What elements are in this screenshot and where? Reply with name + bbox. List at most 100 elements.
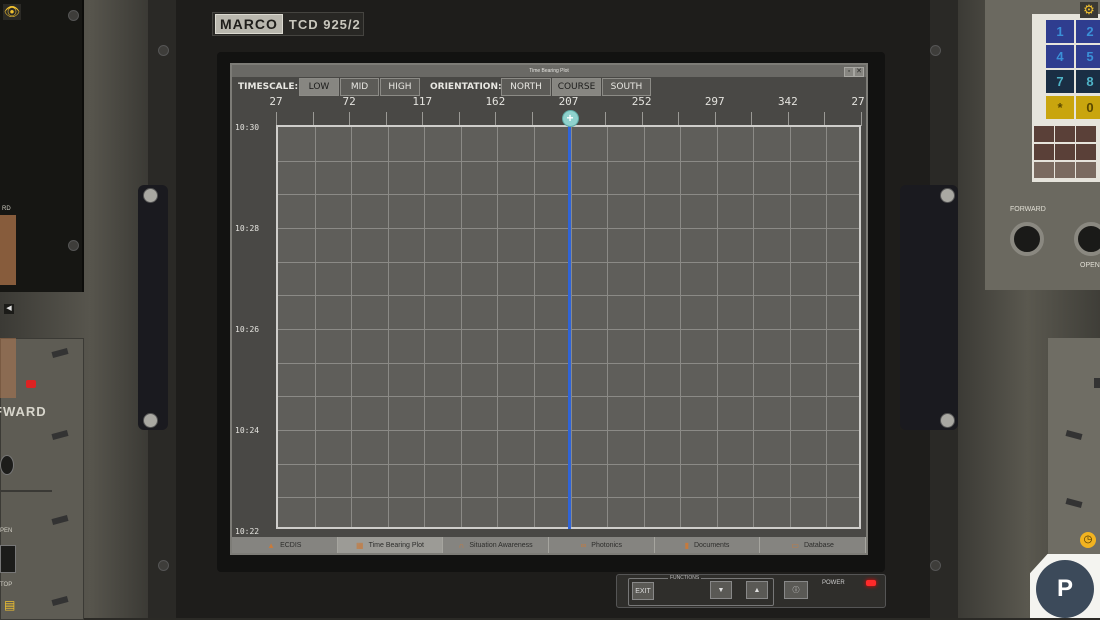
- grid-line-vertical: [680, 127, 682, 527]
- time-label: 10:22: [235, 527, 260, 536]
- left-switch-lower[interactable]: [0, 545, 16, 573]
- plot-icon: ▦: [356, 540, 364, 550]
- keypad-swatch: [1034, 144, 1054, 160]
- grid-line-vertical: [424, 127, 426, 527]
- monitor-icon: ▭: [791, 540, 799, 550]
- forward-label: FORWARD: [1010, 206, 1046, 213]
- clipboard-icon[interactable]: ▤: [4, 598, 16, 614]
- keypad-key[interactable]: 2: [1076, 20, 1100, 43]
- bearing-tick: [531, 112, 533, 126]
- brand-model: TCD 925/2: [288, 16, 361, 32]
- keypad-key[interactable]: 8: [1076, 70, 1100, 93]
- grid-line-vertical: [826, 127, 828, 527]
- bearing-tick: [605, 112, 607, 126]
- right-toggle[interactable]: [1094, 378, 1100, 388]
- orientation-south-button[interactable]: SOUTH: [602, 78, 651, 96]
- time-label: 10:26: [235, 325, 260, 334]
- time-label: 10:24: [235, 426, 260, 435]
- tab-label: Situation Awareness: [469, 541, 533, 549]
- screw: [940, 188, 955, 203]
- grid-line-vertical: [789, 127, 791, 527]
- power-label: POWER: [822, 580, 845, 586]
- left-switch[interactable]: [0, 455, 14, 475]
- headphones-icon: ∩: [458, 540, 465, 550]
- documents-icon: ▮: [684, 540, 689, 550]
- tab-time-bearing-plot[interactable]: ▦ Time Bearing Plot: [337, 537, 444, 553]
- pen-label: PEN: [0, 528, 13, 534]
- brand-plate: MARCO TCD 925/2: [212, 12, 364, 36]
- bearing-cursor-line[interactable]: [567, 119, 571, 529]
- keypad-swatch: [1076, 126, 1096, 142]
- bolt: [930, 560, 941, 571]
- timescale-high-button[interactable]: HIGH: [380, 78, 420, 96]
- tab-situation-awareness[interactable]: ∩ Situation Awareness: [443, 537, 549, 553]
- bearing-cursor-handle[interactable]: +: [561, 110, 579, 127]
- left-divider: [0, 490, 52, 492]
- bearing-tick: [641, 112, 643, 126]
- left-indicator-strip-lower: [0, 338, 16, 398]
- info-button[interactable]: ⓘ: [784, 581, 808, 599]
- clock-icon[interactable]: ◷: [1080, 532, 1096, 548]
- keypad-swatch: [1034, 126, 1054, 142]
- tab-documents[interactable]: ▮ Documents: [655, 537, 761, 553]
- tab-database[interactable]: ▭ Database: [760, 537, 866, 553]
- power-led: [866, 580, 876, 586]
- time-label: 10:30: [235, 123, 260, 132]
- bolt: [158, 560, 169, 571]
- bolt: [158, 45, 169, 56]
- grid-line-vertical: [314, 127, 316, 527]
- up-button[interactable]: ▲: [746, 581, 768, 599]
- bearing-label: 297: [704, 95, 725, 108]
- bolt: [68, 240, 79, 251]
- grid-line-vertical: [351, 127, 353, 527]
- timescale-low-button[interactable]: LOW: [299, 78, 339, 96]
- top-label: TOP: [0, 582, 13, 588]
- bearing-tick: [751, 112, 753, 126]
- keypad-key[interactable]: 1: [1046, 20, 1074, 43]
- keypad-key[interactable]: *: [1046, 96, 1074, 119]
- eye-icon[interactable]: 👁: [3, 4, 21, 20]
- left-red-indicator: [26, 380, 36, 388]
- keypad-key[interactable]: 0: [1076, 96, 1100, 119]
- orientation-course-button[interactable]: COURSE: [552, 78, 601, 96]
- bearing-label: 72: [342, 95, 356, 108]
- tab-label: Documents: [693, 541, 730, 549]
- arrow-left-icon[interactable]: ◀: [4, 304, 14, 314]
- app-tab-bar: ▲ ECDIS ▦ Time Bearing Plot ∩ Situation Aware…: [232, 537, 866, 553]
- functions-label: FUNCTIONS: [668, 575, 702, 581]
- bearing-label: 342: [777, 95, 798, 108]
- keypad-swatch: [1034, 162, 1054, 178]
- screw: [940, 413, 955, 428]
- bearing-tick: [714, 112, 716, 126]
- left-small-label: RD: [2, 206, 11, 212]
- open-knob[interactable]: [1074, 222, 1100, 256]
- bolt: [930, 45, 941, 56]
- bearing-tick: [458, 112, 460, 126]
- gear-icon[interactable]: ⚙: [1080, 2, 1098, 18]
- keypad-key[interactable]: 7: [1046, 70, 1074, 93]
- orientation-north-button[interactable]: NORTH: [501, 78, 551, 96]
- tab-ecdis[interactable]: ▲ ECDIS: [232, 537, 338, 553]
- time-label: 10:28: [235, 224, 260, 233]
- exit-button[interactable]: EXIT: [632, 582, 654, 600]
- keypad-key[interactable]: 4: [1046, 45, 1074, 68]
- tab-photonics[interactable]: ∞ Photonics: [549, 537, 655, 553]
- bearing-tick: [824, 112, 826, 126]
- forward-knob[interactable]: [1010, 222, 1044, 256]
- grid-line-vertical: [387, 127, 389, 527]
- timescale-mid-button[interactable]: MID: [340, 78, 379, 96]
- restore-button[interactable]: ▫: [844, 67, 854, 77]
- bearing-tick: [422, 112, 424, 126]
- handle-left: [138, 185, 168, 430]
- tab-label: ECDIS: [280, 541, 302, 549]
- down-button[interactable]: ▼: [710, 581, 732, 599]
- bearing-tick: [787, 112, 789, 126]
- keypad: 1 2 4 5 7 8 * 0: [1032, 14, 1100, 182]
- close-button[interactable]: ✕: [854, 67, 864, 77]
- bearing-tick: [678, 112, 680, 126]
- parking-badge[interactable]: P: [1036, 560, 1094, 618]
- grid-line-vertical: [643, 127, 645, 527]
- grid-line-vertical: [570, 127, 572, 527]
- keypad-key[interactable]: 5: [1076, 45, 1100, 68]
- window-titlebar[interactable]: Time Bearing Plot ▫ ✕: [232, 65, 866, 77]
